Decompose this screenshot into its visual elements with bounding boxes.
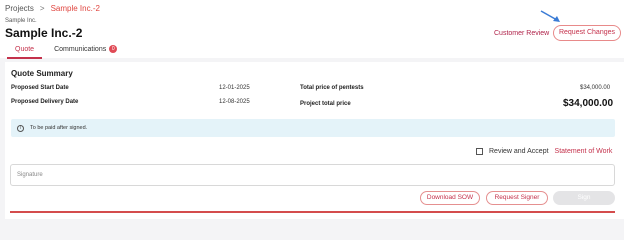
download-sow-button[interactable]: Download SOW bbox=[420, 191, 480, 205]
pentest-price-value: $34,000.00 bbox=[580, 85, 611, 91]
signature-input[interactable]: Signature bbox=[10, 164, 615, 186]
request-signer-button[interactable]: Request Signer bbox=[486, 191, 548, 205]
project-total-label: Project total price bbox=[300, 101, 351, 107]
notification-badge: 0 bbox=[109, 45, 118, 53]
chevron-right-icon: > bbox=[39, 4, 45, 13]
request-changes-button[interactable]: Request Changes bbox=[553, 25, 621, 41]
project-total-value: $34,000.00 bbox=[563, 98, 614, 109]
bottom-divider bbox=[10, 211, 615, 213]
tab-quote[interactable]: Quote bbox=[5, 44, 44, 59]
review-accept-row: Review and Accept Statement of Work bbox=[476, 148, 612, 155]
delivery-date-label: Proposed Delivery Date bbox=[11, 99, 79, 105]
review-accept-checkbox[interactable] bbox=[476, 148, 483, 155]
tab-communications-label: Communications bbox=[54, 45, 107, 53]
payment-info-banner: i To be paid after signed. bbox=[11, 119, 615, 137]
company-name: Sample Inc. bbox=[5, 18, 37, 24]
tab-communications[interactable]: Communications 0 bbox=[44, 44, 127, 58]
breadcrumb: Projects > Sample Inc.-2 bbox=[5, 4, 100, 13]
quote-summary-title: Quote Summary bbox=[11, 69, 73, 78]
customer-review-link[interactable]: Customer Review bbox=[494, 30, 549, 37]
start-date-value: 12-01-2025 bbox=[219, 85, 250, 91]
start-date-label: Proposed Start Date bbox=[11, 85, 69, 91]
page-header: Projects > Sample Inc.-2 Sample Inc. Sam… bbox=[0, 0, 624, 59]
pointer-arrow-icon bbox=[540, 10, 560, 22]
tab-bar: Quote Communications 0 bbox=[5, 44, 127, 59]
info-icon: i bbox=[17, 124, 24, 132]
statement-of-work-link[interactable]: Statement of Work bbox=[555, 148, 613, 155]
sign-button[interactable]: Sign bbox=[553, 191, 615, 205]
page-title: Sample Inc.-2 bbox=[5, 26, 83, 40]
tab-quote-label: Quote bbox=[15, 45, 35, 53]
review-accept-label: Review and Accept bbox=[489, 148, 549, 155]
breadcrumb-current: Sample Inc.-2 bbox=[50, 4, 100, 13]
breadcrumb-projects-link[interactable]: Projects bbox=[5, 4, 34, 13]
quote-summary-panel: Quote Summary Proposed Start Date 12-01-… bbox=[5, 62, 624, 219]
delivery-date-value: 12-08-2025 bbox=[219, 99, 250, 105]
payment-info-text: To be paid after signed. bbox=[30, 125, 88, 131]
pentest-price-label: Total price of pentests bbox=[300, 85, 364, 91]
